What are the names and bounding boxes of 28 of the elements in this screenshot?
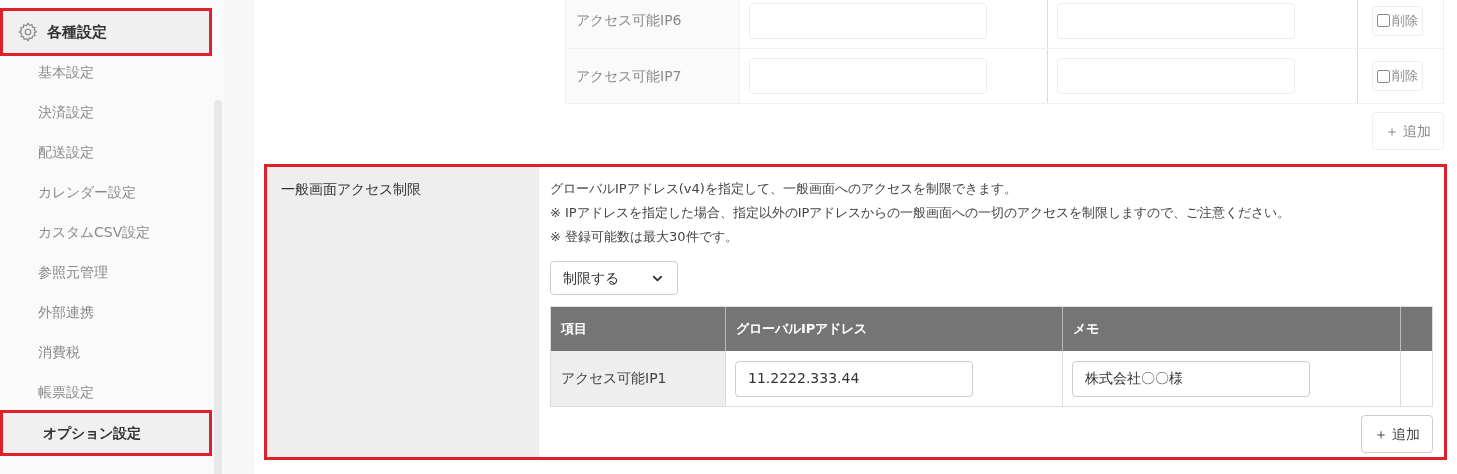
- sidebar-item[interactable]: 決済設定: [0, 92, 212, 132]
- sidebar-item[interactable]: 配送設定: [0, 132, 212, 172]
- add-button[interactable]: ＋ 追加: [1371, 112, 1444, 150]
- delete-checkbox[interactable]: 削除: [1371, 61, 1423, 91]
- column-header: メモ: [1063, 307, 1401, 351]
- description-text: ※ 登録可能数は最大30件です。: [550, 228, 739, 246]
- sidebar-item[interactable]: 外部連携: [0, 292, 212, 332]
- sidebar-item[interactable]: オプション設定: [0, 410, 212, 456]
- sidebar-item[interactable]: 帳票設定: [0, 372, 212, 412]
- column-header: グローバルIPアドレス: [726, 307, 1063, 351]
- limit-dropdown[interactable]: 制限する: [550, 261, 678, 295]
- sidebar-item[interactable]: 参照元管理: [0, 252, 212, 292]
- table-cell: アクセス可能IP7: [566, 49, 740, 103]
- add-button[interactable]: ＋ 追加: [1360, 415, 1433, 453]
- text-field[interactable]: 株式会社〇〇様: [1072, 360, 1310, 397]
- description-text: ※ IPアドレスを指定した場合、指定以外のIPアドレスからの一般画面への一切のアクセスを制限しますので、ご注意ください。: [550, 204, 1292, 222]
- settings-icon: [17, 21, 39, 43]
- table-cell: アクセス可能IP1: [551, 351, 726, 406]
- sidebar-header[interactable]: 各種設定: [0, 8, 212, 56]
- sidebar-header-label: 各種設定: [47, 21, 107, 43]
- sidebar-item[interactable]: カレンダー設定: [0, 172, 212, 212]
- sidebar-item[interactable]: 消費税: [0, 332, 212, 372]
- sidebar-item[interactable]: カスタムCSV設定: [0, 212, 212, 252]
- text-field[interactable]: 11.2222.333.44: [735, 360, 973, 397]
- delete-checkbox[interactable]: 削除: [1371, 5, 1423, 36]
- table-cell: アクセス可能IP6: [566, 0, 740, 48]
- description-text: グローバルIPアドレス(v4)を指定して、一般画面へのアクセスを制限できます。: [550, 180, 1018, 198]
- section-label: 一般画面アクセス制限: [281, 181, 421, 197]
